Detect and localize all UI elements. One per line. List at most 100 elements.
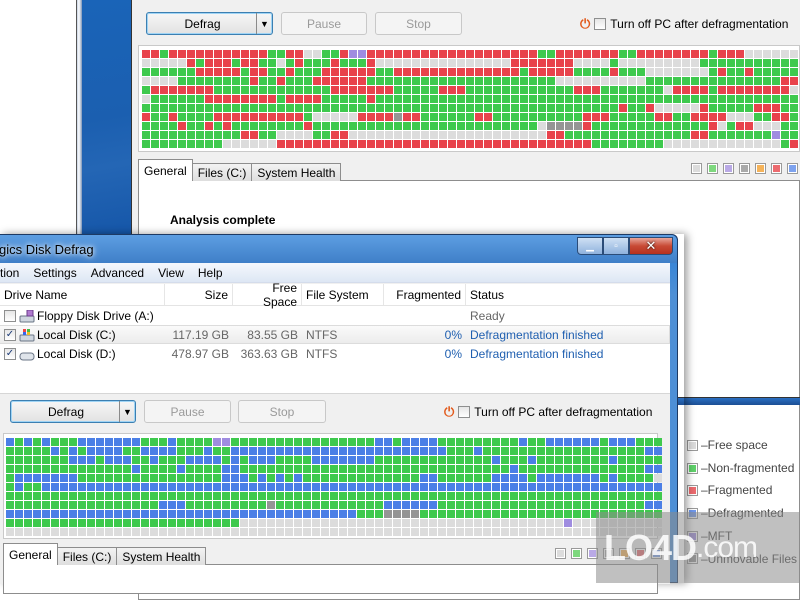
non-fragmented-cluster (249, 438, 257, 446)
free-cluster (555, 528, 563, 536)
fragmented-cluster (331, 59, 339, 67)
window-client: tion Settings Advanced View Help Drive N… (0, 263, 670, 594)
fragmented-cluster (205, 50, 213, 58)
menu-view[interactable]: View (151, 266, 191, 280)
menu-action[interactable]: tion (0, 266, 26, 280)
defragmented-cluster (114, 456, 122, 464)
legend-swatch[interactable] (707, 163, 718, 174)
chevron-down-icon[interactable]: ▼ (119, 401, 135, 422)
defragmented-cluster (177, 483, 185, 491)
non-fragmented-cluster (736, 104, 744, 112)
legend-swatch[interactable] (787, 163, 798, 174)
non-fragmented-cluster (754, 95, 762, 103)
defragmented-cluster (393, 501, 401, 509)
defrag-button[interactable]: Defrag ▼ (10, 400, 136, 423)
fragmented-cluster (475, 113, 483, 121)
col-file-system[interactable]: File System (302, 284, 384, 305)
fragmented-cluster (520, 59, 528, 67)
non-fragmented-cluster (484, 86, 492, 94)
defragmented-cluster (303, 483, 311, 491)
chevron-down-icon[interactable]: ▼ (256, 13, 272, 34)
menu-advanced[interactable]: Advanced (84, 266, 151, 280)
back-tab-system-health[interactable]: System Health (251, 163, 342, 181)
non-fragmented-cluster (564, 510, 572, 518)
back-tab-files[interactable]: Files (C:) (191, 163, 253, 181)
col-free-space[interactable]: Free Space (233, 281, 302, 309)
col-fragmented[interactable]: Fragmented (384, 284, 466, 305)
drive-row[interactable]: Floppy Disk Drive (A:) Ready (0, 306, 670, 325)
fragmented-cluster (547, 68, 555, 76)
back-tab-general[interactable]: General (138, 159, 193, 181)
maximize-button[interactable]: ▫ (603, 237, 629, 255)
non-fragmented-cluster (555, 465, 563, 473)
fragmented-cluster (772, 113, 780, 121)
non-fragmented-cluster (78, 501, 86, 509)
defragmented-cluster (573, 474, 581, 482)
back-stop-button[interactable]: Stop (375, 12, 462, 35)
tab-system-health[interactable]: System Health (116, 547, 207, 565)
non-fragmented-cluster (754, 68, 762, 76)
non-fragmented-cluster (78, 492, 86, 500)
title-bar[interactable]: gics Disk Defrag ▁ ▫ ✕ (0, 235, 677, 263)
fragmented-cluster (178, 122, 186, 130)
col-drive-name[interactable]: Drive Name (0, 284, 165, 305)
turnoff-checkbox[interactable] (458, 406, 471, 418)
drive-checkbox[interactable]: ✓ (4, 328, 16, 341)
minimize-button[interactable]: ▁ (577, 237, 603, 255)
back-turnoff-checkbox[interactable] (594, 18, 607, 30)
non-fragmented-cluster (403, 77, 411, 85)
non-fragmented-cluster (457, 122, 465, 130)
legend-swatch[interactable] (555, 548, 566, 559)
drive-checkbox[interactable] (4, 309, 16, 322)
non-fragmented-cluster (231, 438, 239, 446)
back-pause-button[interactable]: Pause (281, 12, 367, 35)
defragmented-cluster (429, 447, 437, 455)
drive-row[interactable]: ✓ Local Disk (D:) 478.97 GB 363.63 GB NTFS 0%… (0, 344, 670, 363)
defragmented-cluster (249, 456, 257, 464)
non-fragmented-cluster (574, 131, 582, 139)
fragmented-cluster (673, 50, 681, 58)
pause-button[interactable]: Pause (144, 400, 231, 423)
non-fragmented-cluster (277, 86, 285, 94)
non-fragmented-cluster (303, 501, 311, 509)
fragmented-cluster (349, 77, 357, 85)
drive-row[interactable]: ✓ Local Disk (C:) 117.19 GB 83.55 GB NTFS 0% D… (0, 325, 670, 344)
fragmented-cluster (520, 50, 528, 58)
non-fragmented-cluster (673, 113, 681, 121)
back-defrag-button[interactable]: Defrag ▼ (146, 12, 273, 35)
non-fragmented-cluster (493, 104, 501, 112)
non-fragmented-cluster (465, 492, 473, 500)
defragmented-cluster (366, 483, 374, 491)
non-fragmented-cluster (447, 474, 455, 482)
non-fragmented-cluster (447, 510, 455, 518)
free-cluster (69, 528, 77, 536)
stop-button[interactable]: Stop (238, 400, 326, 423)
non-fragmented-cluster (114, 465, 122, 473)
defragmented-cluster (654, 447, 662, 455)
legend-swatch[interactable] (571, 548, 582, 559)
fragmented-cluster (484, 68, 492, 76)
menu-settings[interactable]: Settings (26, 266, 83, 280)
menu-help[interactable]: Help (191, 266, 230, 280)
back-turnoff-option[interactable]: ⏻ Turn off PC after defragmentation (580, 16, 788, 32)
tab-general[interactable]: General (3, 543, 58, 565)
col-size[interactable]: Size (165, 284, 233, 305)
non-fragmented-cluster (564, 501, 572, 509)
legend-swatch[interactable] (691, 163, 702, 174)
close-button[interactable]: ✕ (629, 237, 673, 255)
legend-swatch[interactable] (755, 163, 766, 174)
turnoff-option[interactable]: ⏻ Turn off PC after defragmentation (444, 404, 652, 420)
free-cluster (429, 528, 437, 536)
non-fragmented-cluster (618, 492, 626, 500)
non-fragmented-cluster (6, 492, 14, 500)
non-fragmented-cluster (24, 483, 32, 491)
drive-checkbox[interactable]: ✓ (4, 347, 16, 360)
legend-swatch[interactable] (739, 163, 750, 174)
col-status[interactable]: Status (466, 284, 670, 305)
free-cluster (24, 528, 32, 536)
non-fragmented-cluster (277, 95, 285, 103)
tab-files[interactable]: Files (C:) (56, 547, 118, 565)
non-fragmented-cluster (627, 465, 635, 473)
legend-swatch[interactable] (771, 163, 782, 174)
legend-swatch[interactable] (723, 163, 734, 174)
